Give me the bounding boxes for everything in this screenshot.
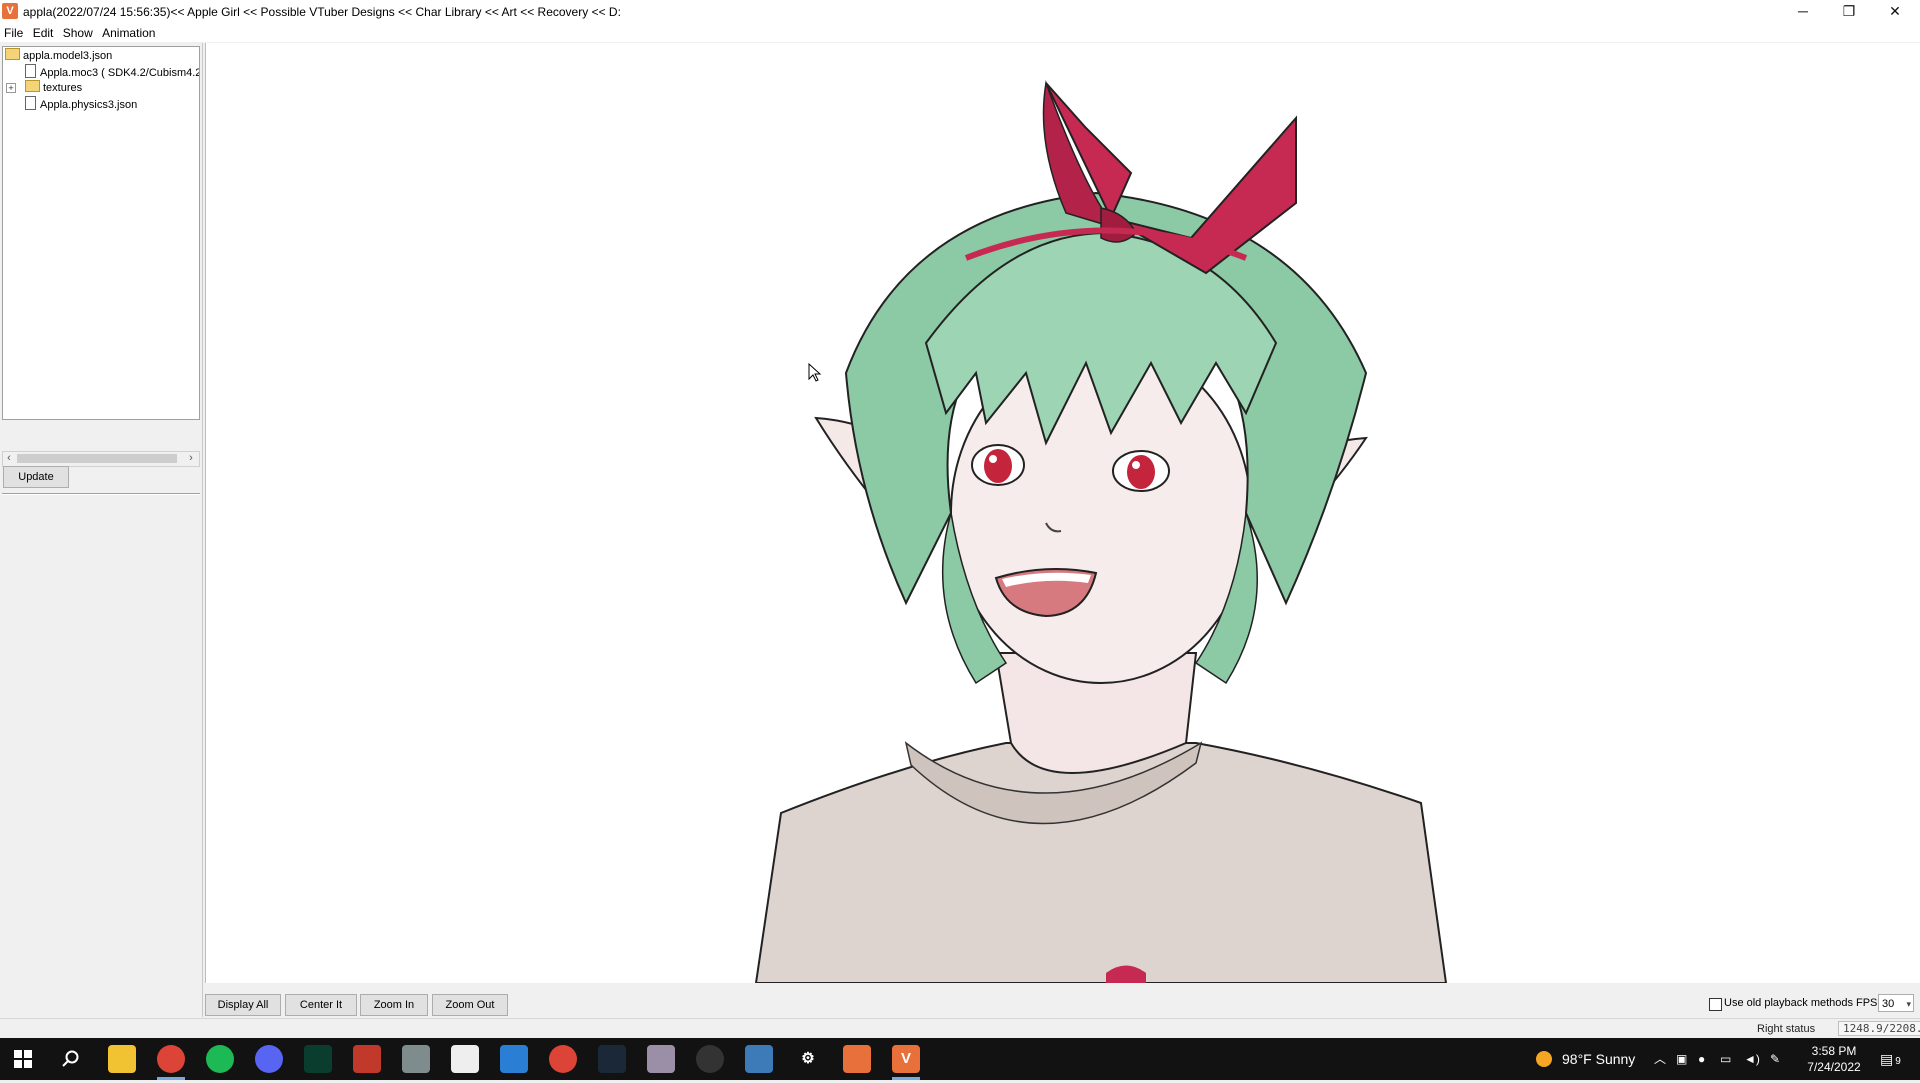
- meet-icon[interactable]: ▣: [1676, 1038, 1687, 1080]
- tree-item-label: appla.model3.json: [23, 50, 113, 62]
- weather-text[interactable]: 98°F Sunny: [1562, 1038, 1635, 1080]
- app-icon[interactable]: [843, 1045, 871, 1073]
- notification-count: 9: [1895, 1056, 1901, 1067]
- menu-animation[interactable]: Animation: [102, 24, 155, 42]
- pen-icon[interactable]: ✎: [1770, 1038, 1780, 1080]
- tree-item-label: Appla.moc3 ( SDK4.2/Cubism4.2: [40, 67, 200, 79]
- app-icon[interactable]: [647, 1045, 675, 1073]
- app-icon[interactable]: [402, 1045, 430, 1073]
- tree-item-textures[interactable]: + textures: [3, 80, 183, 96]
- center-it-button[interactable]: Center It: [285, 994, 357, 1016]
- volume-icon[interactable]: ◄): [1744, 1038, 1760, 1080]
- chrome-icon[interactable]: [549, 1045, 577, 1073]
- search-icon[interactable]: [57, 1045, 85, 1073]
- photos-icon[interactable]: [500, 1045, 528, 1073]
- taskbar: ⚙ V 98°F Sunny ︿ ▣ ● ▭ ◄) ✎ 3:58 PM 7/24…: [0, 1038, 1920, 1080]
- old-playback-label: Use old playback methods: [1724, 997, 1854, 1009]
- tree-item-physics[interactable]: Appla.physics3.json: [25, 96, 137, 112]
- tree-horizontal-scrollbar[interactable]: ‹ ›: [2, 451, 200, 467]
- chevron-down-icon: ▾: [1906, 999, 1911, 1009]
- file-tree[interactable]: appla.model3.json Appla.moc3 ( SDK4.2/Cu…: [2, 46, 200, 420]
- close-button[interactable]: ✕: [1872, 0, 1918, 24]
- spotify-icon[interactable]: [206, 1045, 234, 1073]
- scroll-left-icon[interactable]: ‹: [3, 451, 15, 465]
- weather-icon[interactable]: [1536, 1038, 1552, 1080]
- tree-item-moc[interactable]: Appla.moc3 ( SDK4.2/Cubism4.2: [25, 64, 200, 80]
- left-panel: appla.model3.json Appla.moc3 ( SDK4.2/Cu…: [0, 43, 203, 1017]
- clock-date: 7/24/2022: [1807, 1060, 1861, 1074]
- fps-value: 30: [1882, 998, 1895, 1010]
- coordinate-readout: 1248.9/2208.: [1838, 1021, 1920, 1036]
- viewer-toolbar: Display All Center It Zoom In Zoom Out U…: [205, 992, 1920, 1016]
- app-icon[interactable]: [451, 1045, 479, 1073]
- zoom-in-button[interactable]: Zoom In: [360, 994, 428, 1016]
- windows-start-icon[interactable]: [9, 1045, 37, 1073]
- viewer-icon[interactable]: V: [892, 1045, 920, 1073]
- model-viewport[interactable]: [205, 43, 1920, 984]
- scroll-thumb[interactable]: [17, 454, 177, 463]
- microphone-icon[interactable]: ●: [1698, 1038, 1705, 1080]
- menu-edit[interactable]: Edit: [33, 24, 54, 42]
- display-all-button[interactable]: Display All: [205, 994, 281, 1016]
- folder-icon: [5, 48, 20, 60]
- clock-time: 3:58 PM: [1811, 1044, 1857, 1058]
- tray-chevron-icon[interactable]: ︿: [1654, 1038, 1666, 1080]
- restore-button[interactable]: ❐: [1826, 0, 1872, 24]
- menu-bar: File Edit Show Animation: [0, 24, 1920, 42]
- title-bar: V appla(2022/07/24 15:56:35)<< Apple Gir…: [0, 0, 1920, 24]
- tree-item-label: Appla.physics3.json: [40, 99, 138, 111]
- notification-icon[interactable]: ▤ 9: [1880, 1038, 1901, 1080]
- menu-file[interactable]: File: [4, 24, 23, 42]
- file-explorer-icon[interactable]: [108, 1045, 136, 1073]
- minimize-button[interactable]: ─: [1780, 0, 1826, 24]
- tree-item-label: textures: [43, 82, 83, 94]
- update-button[interactable]: Update: [3, 466, 69, 488]
- terminal-icon[interactable]: [304, 1045, 332, 1073]
- clock[interactable]: 3:58 PM 7/24/2022: [1796, 1043, 1872, 1075]
- obs-icon[interactable]: [696, 1045, 724, 1073]
- divider: [2, 493, 200, 495]
- network-icon[interactable]: ▭: [1720, 1038, 1731, 1080]
- old-playback-checkbox[interactable]: [1709, 998, 1722, 1011]
- zoom-out-button[interactable]: Zoom Out: [432, 994, 508, 1016]
- tree-item-root[interactable]: appla.model3.json: [5, 48, 112, 64]
- folder-icon: [25, 80, 40, 92]
- expand-icon[interactable]: +: [6, 83, 16, 93]
- steam-icon[interactable]: [598, 1045, 626, 1073]
- menu-show[interactable]: Show: [63, 24, 93, 42]
- chrome-icon[interactable]: [157, 1045, 185, 1073]
- file-icon: [25, 96, 36, 110]
- calculator-icon[interactable]: [745, 1045, 773, 1073]
- scroll-right-icon[interactable]: ›: [185, 451, 197, 465]
- app-icon: V: [2, 3, 18, 19]
- mouse-cursor-icon: [808, 363, 822, 382]
- fps-select[interactable]: 30 ▾: [1878, 994, 1914, 1012]
- fps-label: FPS: [1856, 997, 1878, 1009]
- file-icon: [25, 64, 36, 78]
- status-bar: Right status 1248.9/2208.: [0, 1018, 1920, 1039]
- discord-icon[interactable]: [255, 1045, 283, 1073]
- right-status-text: Right status: [1757, 1023, 1816, 1035]
- app-icon[interactable]: [353, 1045, 381, 1073]
- character-illustration: [754, 80, 1448, 984]
- window-title: appla(2022/07/24 15:56:35)<< Apple Girl …: [23, 5, 621, 19]
- settings-icon[interactable]: ⚙: [794, 1045, 822, 1073]
